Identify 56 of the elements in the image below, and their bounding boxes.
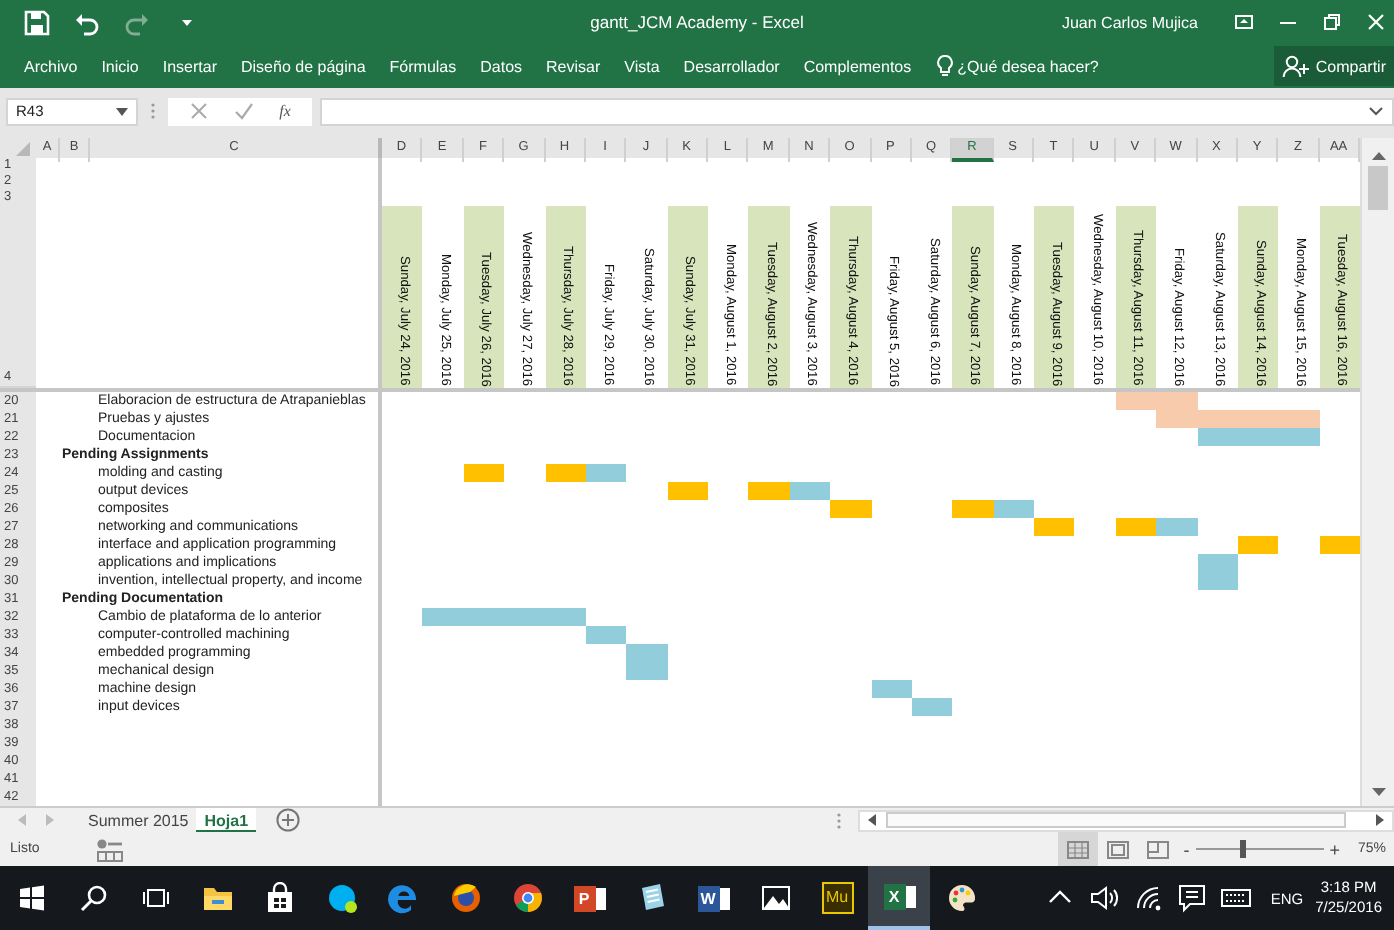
check-icon[interactable] bbox=[233, 102, 254, 120]
wifi-icon[interactable] bbox=[1132, 882, 1165, 914]
windows-logo-icon[interactable] bbox=[15, 882, 47, 914]
browser-icon[interactable] bbox=[449, 882, 481, 914]
expand-icon[interactable] bbox=[1368, 106, 1384, 116]
app-icon[interactable]: Mu bbox=[821, 882, 853, 914]
normal-view-button[interactable] bbox=[1057, 832, 1098, 866]
person-plus-icon bbox=[1281, 54, 1310, 78]
ribbon-tab[interactable]: Revisar bbox=[534, 57, 613, 75]
search-icon[interactable] bbox=[77, 882, 109, 914]
scroll-up-button[interactable] bbox=[1369, 150, 1387, 162]
share-button[interactable]: Compartir bbox=[1273, 46, 1394, 86]
window-title: gantt_JCM Academy - Excel bbox=[588, 12, 806, 32]
speaker-icon[interactable] bbox=[1088, 882, 1121, 914]
formula-input[interactable] bbox=[320, 97, 1394, 125]
grid-icon bbox=[1065, 839, 1090, 859]
ribbon-tab[interactable]: Inicio bbox=[89, 57, 151, 75]
close-icon[interactable] bbox=[1366, 12, 1386, 32]
zoom-out-button[interactable]: - bbox=[1177, 839, 1196, 859]
restore-icon[interactable] bbox=[1322, 12, 1342, 32]
add-sheet-icon[interactable] bbox=[276, 808, 301, 832]
insert-function-button[interactable]: fx bbox=[279, 102, 291, 120]
horizontal-scrollbar[interactable] bbox=[858, 809, 1394, 831]
message-icon[interactable] bbox=[1176, 882, 1209, 914]
ribbon-display-icon[interactable] bbox=[1234, 12, 1254, 32]
scroll-thumb[interactable] bbox=[886, 812, 1347, 828]
ribbon-tab[interactable]: Vista bbox=[612, 57, 672, 75]
undo-icon[interactable] bbox=[74, 9, 100, 35]
image-icon[interactable] bbox=[759, 882, 791, 914]
caret-icon bbox=[116, 107, 128, 115]
sheet-tab[interactable]: Summer 2015 bbox=[80, 807, 197, 833]
lightbulb-icon bbox=[935, 54, 954, 78]
zoom-in-button[interactable]: + bbox=[1323, 839, 1346, 859]
ribbon-tab[interactable]: Diseño de página bbox=[229, 57, 378, 75]
user-name[interactable]: Juan Carlos Mujica bbox=[1061, 13, 1198, 31]
palette-icon[interactable] bbox=[945, 882, 977, 914]
scroll-down-button[interactable] bbox=[1369, 786, 1387, 798]
save-icon[interactable] bbox=[24, 9, 50, 35]
ribbon-tab[interactable]: Datos bbox=[468, 57, 535, 75]
ribbon-tab[interactable]: Fórmulas bbox=[377, 57, 469, 75]
shopping-bag-icon[interactable] bbox=[263, 882, 295, 914]
page-icon bbox=[1105, 839, 1130, 859]
more-icon bbox=[150, 102, 156, 120]
macro-record-icon[interactable] bbox=[95, 837, 124, 861]
scroll-thumb[interactable] bbox=[1368, 166, 1388, 210]
ribbon-tab[interactable]: Insertar bbox=[150, 57, 229, 75]
ribbon-tab[interactable]: Archivo bbox=[12, 57, 90, 75]
folder-icon[interactable] bbox=[201, 882, 233, 914]
browser-icon[interactable] bbox=[511, 882, 543, 914]
ribbon-tab[interactable]: Complementos bbox=[791, 57, 924, 75]
page-icon bbox=[1145, 839, 1170, 859]
scroll-right-icon[interactable] bbox=[1374, 812, 1386, 828]
sheet-tab[interactable]: Hoja1 bbox=[196, 807, 257, 833]
tell-me-field[interactable]: ¿Qué desea hacer? bbox=[957, 57, 1099, 75]
ribbon-tab[interactable]: Desarrollador bbox=[671, 57, 792, 75]
scroll-left-icon[interactable] bbox=[866, 812, 879, 828]
